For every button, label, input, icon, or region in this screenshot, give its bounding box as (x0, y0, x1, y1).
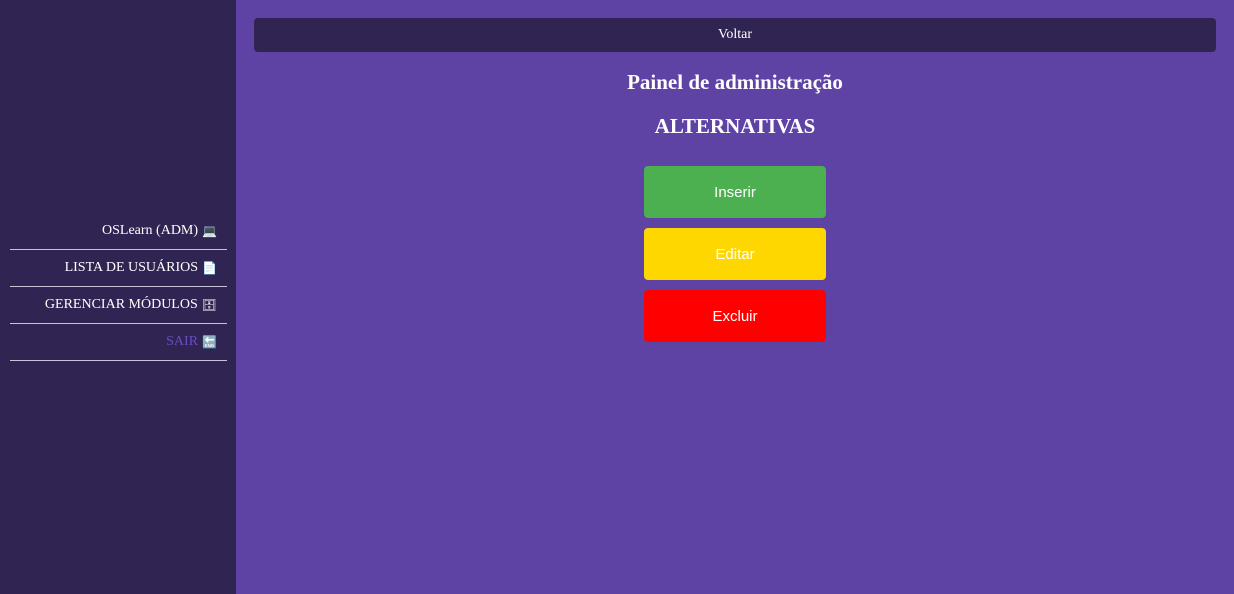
sidebar-item-gerenciar-modulos[interactable]: GERENCIAR MÓDULOS 🗄 (10, 287, 227, 324)
sidebar: OSLearn (ADM) 💻 LISTA DE USUÁRIOS 📄 GERE… (0, 0, 236, 594)
section-title: ALTERNATIVAS (654, 114, 816, 138)
delete-button[interactable]: Excluir (644, 290, 826, 342)
edit-button[interactable]: Editar (644, 228, 826, 280)
insert-button[interactable]: Inserir (644, 166, 826, 218)
sidebar-item-label: OSLearn (ADM) (102, 223, 199, 238)
sidebar-nav: OSLearn (ADM) 💻 LISTA DE USUÁRIOS 📄 GERE… (10, 213, 227, 361)
cabinet-icon: 🗄 (201, 298, 217, 312)
sidebar-item-label: SAIR (166, 334, 199, 349)
back-button[interactable]: Voltar (254, 18, 1216, 52)
page-title: Painel de administração (627, 70, 843, 94)
end-icon: 🔚 (202, 335, 217, 349)
laptop-icon: 💻 (202, 224, 217, 238)
sidebar-item-oslearn-adm[interactable]: OSLearn (ADM) 💻 (10, 213, 227, 250)
sidebar-item-label: LISTA DE USUÁRIOS (64, 260, 199, 275)
sidebar-item-label: GERENCIAR MÓDULOS (44, 297, 198, 312)
sidebar-item-sair[interactable]: SAIR 🔚 (10, 324, 227, 361)
document-icon: 📄 (202, 261, 217, 275)
sidebar-item-lista-usuarios[interactable]: LISTA DE USUÁRIOS 📄 (10, 250, 227, 287)
main-content: Voltar Painel de administração ALTERNATI… (236, 0, 1234, 594)
